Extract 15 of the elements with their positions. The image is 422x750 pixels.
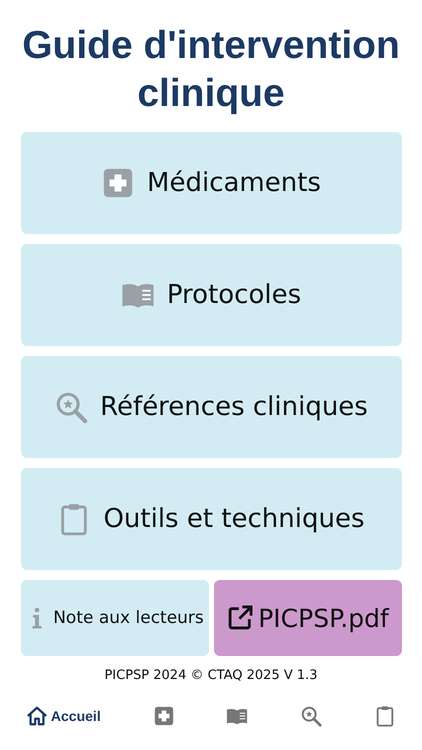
menu-card-button[interactable]: Protocoles [20,244,402,346]
link-button[interactable]: PICPSP.pdf [214,580,402,656]
search-icon [54,390,88,424]
plus-icon [152,705,175,727]
nav-tab[interactable]: Accueil [20,701,107,731]
link-button[interactable]: Note aux lecteurs [20,580,208,656]
home-icon [26,705,48,727]
clipboard-icon [374,705,396,727]
page-title: Guide d'intervention clinique [21,23,401,117]
footer-text: PICPSP 2024 © CTAQ 2025 V 1.3 [104,668,318,683]
search-icon [300,705,322,727]
external-link-icon [226,604,254,632]
menu-card-button[interactable]: Outils et techniques [20,468,402,570]
menu-card-button[interactable]: Références cliniques [20,356,402,458]
menu-card-button[interactable]: Médicaments [20,132,402,234]
